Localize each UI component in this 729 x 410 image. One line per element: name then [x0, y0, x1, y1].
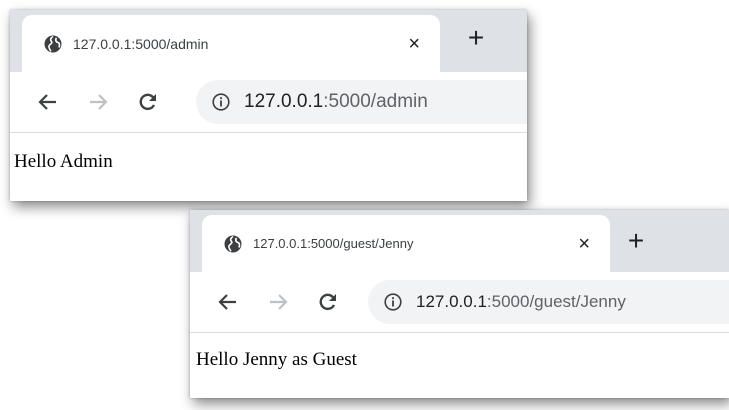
- browser-toolbar: 127.0.0.1:5000/guest/Jenny: [190, 272, 729, 333]
- reload-button[interactable]: [128, 72, 168, 132]
- page-content: Hello Jenny as Guest: [190, 333, 729, 371]
- forward-arrow-icon: [90, 94, 108, 110]
- back-button[interactable]: [208, 272, 248, 332]
- browser-tab[interactable]: 127.0.0.1:5000/admin ×: [22, 15, 440, 72]
- new-tab-button[interactable]: +: [621, 226, 651, 256]
- forward-button[interactable]: [258, 272, 298, 332]
- forward-arrow-icon: [270, 294, 288, 310]
- back-button[interactable]: [28, 72, 68, 132]
- info-icon[interactable]: [212, 93, 230, 111]
- browser-toolbar: 127.0.0.1:5000/admin: [10, 72, 527, 133]
- globe-icon: [224, 235, 242, 252]
- url-path: :5000/admin: [323, 91, 428, 112]
- info-icon[interactable]: [384, 293, 402, 311]
- url-path: :5000/guest/Jenny: [486, 292, 626, 311]
- back-arrow-icon: [38, 94, 56, 110]
- browser-window-admin: 127.0.0.1:5000/admin × + 127.0.0.1:5000/…: [10, 10, 527, 201]
- url-text: 127.0.0.1:5000/admin: [244, 91, 428, 113]
- tab-close-button[interactable]: ×: [408, 34, 420, 54]
- reload-icon: [139, 93, 156, 110]
- browser-window-guest: 127.0.0.1:5000/guest/Jenny × + 127.0.0.1…: [190, 210, 729, 398]
- url-host: 127.0.0.1: [244, 91, 324, 112]
- url-host: 127.0.0.1: [416, 292, 487, 311]
- page-text: Hello Jenny as Guest: [196, 349, 357, 370]
- forward-button[interactable]: [78, 72, 118, 132]
- page-text: Hello Admin: [14, 151, 113, 172]
- new-tab-button[interactable]: +: [461, 23, 491, 53]
- page-content: Hello Admin: [10, 133, 527, 173]
- tab-close-button[interactable]: ×: [578, 234, 590, 254]
- reload-icon: [319, 293, 336, 310]
- tab-strip: 127.0.0.1:5000/guest/Jenny × +: [190, 210, 729, 272]
- tab-title: 127.0.0.1:5000/admin: [73, 35, 209, 52]
- browser-tab[interactable]: 127.0.0.1:5000/guest/Jenny ×: [202, 215, 610, 272]
- tab-strip: 127.0.0.1:5000/admin × +: [10, 10, 527, 72]
- url-text: 127.0.0.1:5000/guest/Jenny: [416, 292, 626, 312]
- address-bar[interactable]: 127.0.0.1:5000/guest/Jenny: [368, 280, 729, 324]
- reload-button[interactable]: [308, 272, 348, 332]
- tab-title: 127.0.0.1:5000/guest/Jenny: [253, 236, 414, 251]
- back-arrow-icon: [218, 294, 236, 310]
- globe-icon: [44, 35, 62, 52]
- address-bar[interactable]: 127.0.0.1:5000/admin: [196, 80, 527, 124]
